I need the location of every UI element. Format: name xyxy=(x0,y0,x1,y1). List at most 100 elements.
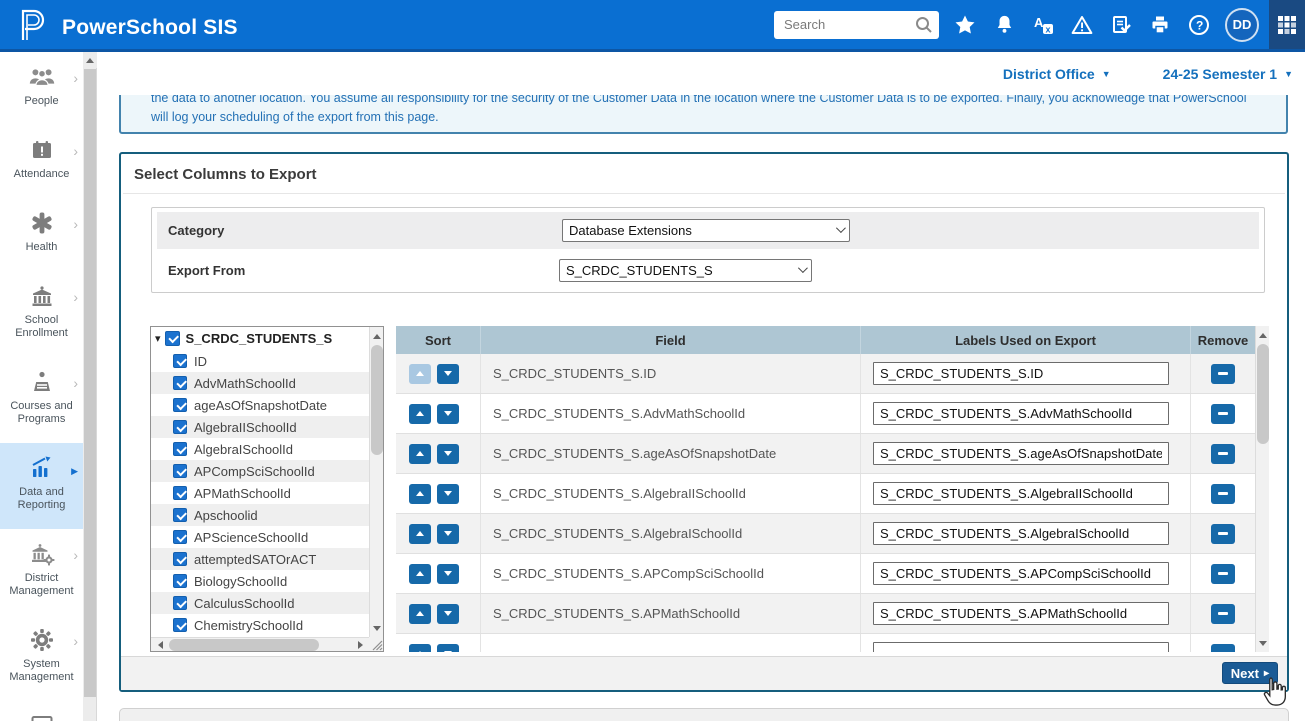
tree-vertical-scrollbar[interactable] xyxy=(369,327,383,637)
checkbox-checked-icon[interactable] xyxy=(173,354,187,368)
scroll-down-icon[interactable] xyxy=(370,621,384,635)
remove-button[interactable] xyxy=(1211,364,1235,384)
field-tree-root[interactable]: ▾ S_CRDC_STUDENTS_S xyxy=(151,327,369,350)
export-label-input[interactable] xyxy=(873,602,1169,625)
field-tree-item[interactable]: APMathSchoolId xyxy=(151,482,369,504)
checkbox-checked-icon[interactable] xyxy=(173,420,187,434)
move-down-button[interactable] xyxy=(437,444,459,464)
reports-checklist-icon[interactable] xyxy=(1108,12,1134,38)
export-label-input[interactable] xyxy=(873,482,1169,505)
scroll-down-icon[interactable] xyxy=(1256,636,1270,650)
resize-handle[interactable] xyxy=(369,637,383,651)
sidebar-item-attendance[interactable]: Attendance xyxy=(0,125,83,198)
apps-grid-icon[interactable] xyxy=(1269,0,1305,49)
move-down-button[interactable] xyxy=(437,644,459,653)
sidebar-item-data-and-reporting[interactable]: Data and Reporting xyxy=(0,443,83,529)
sidebar-item-school-enrollment[interactable]: School Enrollment xyxy=(0,271,83,357)
print-icon[interactable] xyxy=(1147,12,1173,38)
field-tree-item[interactable]: ChemistrySchoolId xyxy=(151,614,369,636)
category-select[interactable]: Database Extensions xyxy=(562,219,850,242)
sidebar-scrollbar[interactable] xyxy=(83,52,97,721)
move-up-button[interactable] xyxy=(409,604,431,624)
move-up-button[interactable] xyxy=(409,404,431,424)
scroll-up-icon[interactable] xyxy=(83,52,97,68)
field-tree-item[interactable]: AlgebraIISchoolId xyxy=(151,416,369,438)
move-up-button[interactable] xyxy=(409,484,431,504)
export-label-input[interactable] xyxy=(873,522,1169,545)
export-label-input[interactable] xyxy=(873,642,1169,652)
sidebar-item-district-management[interactable]: District Management xyxy=(0,529,83,615)
sidebar-item-system-management[interactable]: System Management xyxy=(0,615,83,701)
field-tree-item[interactable]: AdvMathSchoolId xyxy=(151,372,369,394)
sidebar-item-people[interactable]: People xyxy=(0,52,83,125)
move-down-button[interactable] xyxy=(437,564,459,584)
field-tree-item[interactable]: ageAsOfSnapshotDate xyxy=(151,394,369,416)
export-from-select[interactable]: S_CRDC_STUDENTS_S xyxy=(559,259,812,282)
scroll-right-icon[interactable] xyxy=(353,638,367,652)
user-avatar[interactable]: DD xyxy=(1225,8,1259,42)
checkbox-checked-icon[interactable] xyxy=(173,508,187,522)
translate-icon[interactable]: A x xyxy=(1030,12,1056,38)
term-selector[interactable]: 24-25 Semester 1 ▼ xyxy=(1163,66,1293,82)
move-up-button[interactable] xyxy=(409,564,431,584)
sidebar-item-health[interactable]: Health xyxy=(0,198,83,271)
help-icon[interactable]: ? xyxy=(1186,12,1212,38)
checkbox-checked-icon[interactable] xyxy=(173,486,187,500)
export-label-input[interactable] xyxy=(873,562,1169,585)
remove-button[interactable] xyxy=(1211,564,1235,584)
school-selector[interactable]: District Office ▼ xyxy=(1003,66,1111,82)
remove-button[interactable] xyxy=(1211,444,1235,464)
move-up-button[interactable] xyxy=(409,644,431,653)
move-down-button[interactable] xyxy=(437,524,459,544)
search-icon[interactable] xyxy=(914,15,934,40)
favorites-star-icon[interactable] xyxy=(952,12,978,38)
brand[interactable]: PowerSchool SIS xyxy=(16,6,238,49)
remove-button[interactable] xyxy=(1211,404,1235,424)
scroll-up-icon[interactable] xyxy=(1256,328,1270,342)
field-tree-item[interactable]: ID xyxy=(151,350,369,372)
export-label-input[interactable] xyxy=(873,442,1169,465)
checkbox-checked-icon[interactable] xyxy=(165,331,180,346)
sidebar-item-monitor[interactable] xyxy=(0,701,83,721)
export-label-input[interactable] xyxy=(873,362,1169,385)
checkbox-checked-icon[interactable] xyxy=(173,596,187,610)
checkbox-checked-icon[interactable] xyxy=(173,618,187,632)
scrollbar-thumb[interactable] xyxy=(84,69,96,697)
checkbox-checked-icon[interactable] xyxy=(173,574,187,588)
table-vertical-scrollbar[interactable] xyxy=(1255,326,1269,652)
checkbox-checked-icon[interactable] xyxy=(173,464,187,478)
remove-button[interactable] xyxy=(1211,484,1235,504)
move-down-button[interactable] xyxy=(437,404,459,424)
move-up-button[interactable] xyxy=(409,364,431,384)
remove-button[interactable] xyxy=(1211,644,1235,653)
field-tree-item[interactable]: CalculusSchoolId xyxy=(151,592,369,614)
checkbox-checked-icon[interactable] xyxy=(173,530,187,544)
scroll-left-icon[interactable] xyxy=(153,638,167,652)
scroll-up-icon[interactable] xyxy=(370,329,384,343)
remove-button[interactable] xyxy=(1211,524,1235,544)
scrollbar-thumb[interactable] xyxy=(1257,344,1269,444)
move-down-button[interactable] xyxy=(437,484,459,504)
scrollbar-thumb[interactable] xyxy=(371,345,383,455)
field-tree-item[interactable]: attemptedSATOrACT xyxy=(151,548,369,570)
checkbox-checked-icon[interactable] xyxy=(173,442,187,456)
sidebar-item-courses-and-programs[interactable]: Courses and Programs xyxy=(0,357,83,443)
tree-horizontal-scrollbar[interactable] xyxy=(151,637,369,651)
checkbox-checked-icon[interactable] xyxy=(173,552,187,566)
remove-button[interactable] xyxy=(1211,604,1235,624)
field-tree-item[interactable]: APCompSciSchoolId xyxy=(151,460,369,482)
export-label-input[interactable] xyxy=(873,402,1169,425)
checkbox-checked-icon[interactable] xyxy=(173,376,187,390)
move-up-button[interactable] xyxy=(409,444,431,464)
field-tree-item[interactable]: BiologySchoolId xyxy=(151,570,369,592)
alerts-warning-icon[interactable] xyxy=(1069,12,1095,38)
move-down-button[interactable] xyxy=(437,604,459,624)
notifications-bell-icon[interactable] xyxy=(991,12,1017,38)
field-tree-item[interactable]: AlgebraISchoolId xyxy=(151,438,369,460)
move-down-button[interactable] xyxy=(437,364,459,384)
field-tree-item[interactable]: APScienceSchoolId xyxy=(151,526,369,548)
tree-expander-icon[interactable]: ▾ xyxy=(155,332,161,345)
checkbox-checked-icon[interactable] xyxy=(173,398,187,412)
next-button[interactable]: Next ▸ xyxy=(1222,662,1278,684)
move-up-button[interactable] xyxy=(409,524,431,544)
